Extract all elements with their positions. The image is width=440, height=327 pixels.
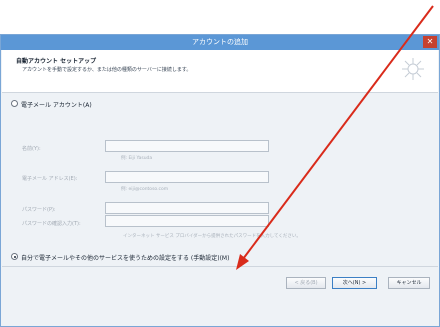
- annotation-arrow-icon: [236, 5, 434, 270]
